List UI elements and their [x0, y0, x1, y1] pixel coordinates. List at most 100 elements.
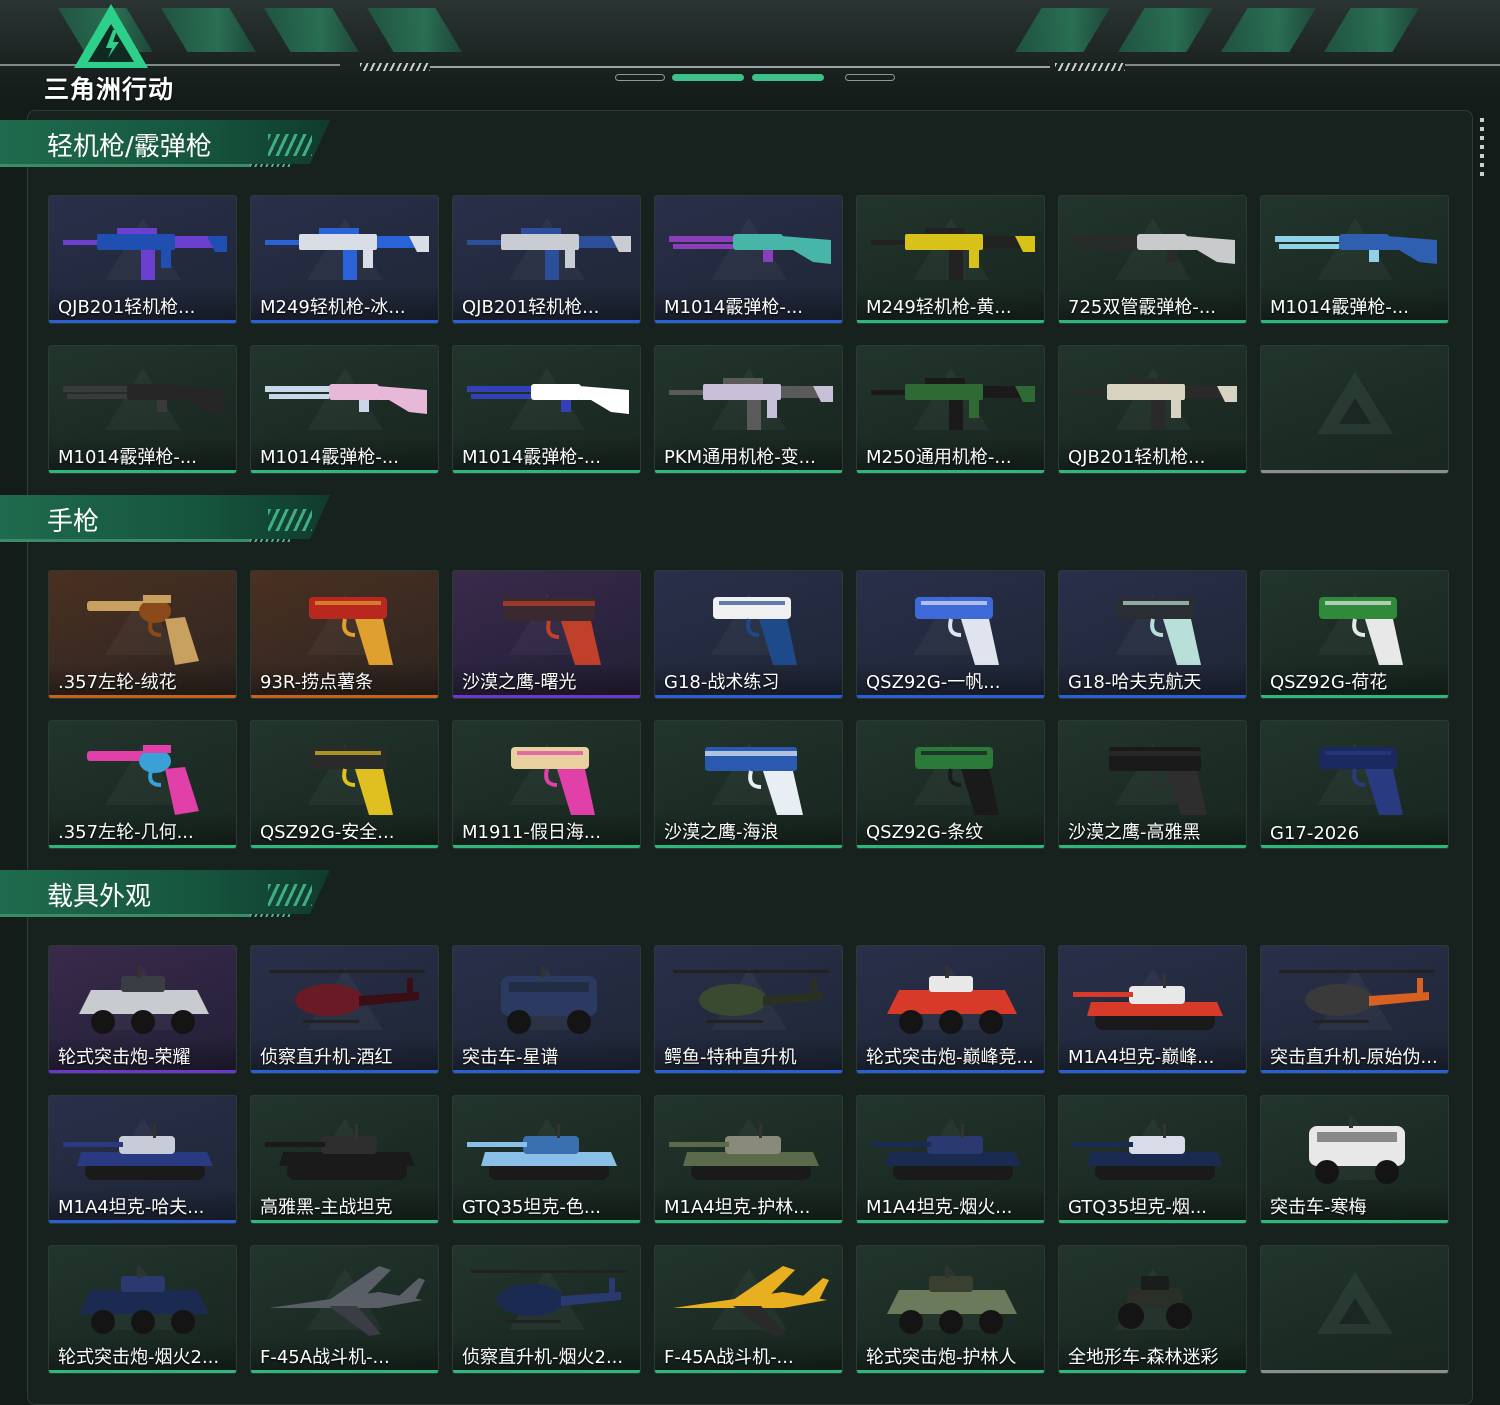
- item-name: 突击车-寒梅: [1270, 1197, 1367, 1218]
- skin-card[interactable]: 轮式突击炮-护林人: [856, 1245, 1045, 1374]
- skin-card[interactable]: .357左轮-绒花: [48, 570, 237, 699]
- rarity-bar: [655, 1370, 842, 1373]
- rarity-bar: [453, 845, 640, 848]
- rarity-bar: [251, 1070, 438, 1073]
- header-line: [0, 64, 340, 66]
- skin-card[interactable]: 沙漠之鹰-海浪: [654, 720, 843, 849]
- item-name: 轮式突击炮-荣耀: [58, 1047, 191, 1068]
- skin-card[interactable]: M250通用机枪-...: [856, 345, 1045, 474]
- header-line: [1125, 64, 1500, 66]
- skin-card[interactable]: 突击车-寒梅: [1260, 1095, 1449, 1224]
- skin-card[interactable]: 侦察直升机-烟火2...: [452, 1245, 641, 1374]
- header-pill: [845, 74, 895, 81]
- item-name: 沙漠之鹰-高雅黑: [1068, 822, 1201, 843]
- scrollbar-indicator[interactable]: [1480, 118, 1484, 180]
- skin-card[interactable]: M1014霰弹枪-...: [654, 195, 843, 324]
- rarity-bar: [1261, 320, 1448, 323]
- skin-card[interactable]: 轮式突击炮-巅峰竞...: [856, 945, 1045, 1074]
- section-header: 轻机枪/霰弹枪: [0, 120, 330, 170]
- delta-logo-icon: [74, 4, 148, 68]
- rarity-bar: [655, 1070, 842, 1073]
- skin-card[interactable]: G17-2026: [1260, 720, 1449, 849]
- item-name: 沙漠之鹰-海浪: [664, 822, 779, 843]
- skin-card[interactable]: M249轻机枪-冰...: [250, 195, 439, 324]
- item-name: QSZ92G-安全...: [260, 822, 395, 843]
- skin-card[interactable]: M249轻机枪-黄...: [856, 195, 1045, 324]
- skin-card[interactable]: 侦察直升机-酒红: [250, 945, 439, 1074]
- item-name: QJB201轻机枪...: [1068, 447, 1206, 468]
- item-name: G18-哈夫克航天: [1068, 672, 1202, 693]
- skin-card[interactable]: M1014霰弹枪-...: [452, 345, 641, 474]
- rarity-bar: [655, 695, 842, 698]
- empty-slot: [1260, 345, 1449, 474]
- skin-card[interactable]: 725双管霰弹枪-...: [1058, 195, 1247, 324]
- skin-card[interactable]: F-45A战斗机-...: [250, 1245, 439, 1374]
- item-name: M1A4坦克-巅峰...: [1068, 1047, 1215, 1068]
- skin-card[interactable]: M1911-假日海...: [452, 720, 641, 849]
- skin-card[interactable]: QSZ92G-条纹: [856, 720, 1045, 849]
- header-hatch: [360, 63, 430, 71]
- logo-text: 三角洲行动: [44, 75, 175, 104]
- item-name: M1014霰弹枪-...: [462, 447, 601, 468]
- item-name: F-45A战斗机-...: [260, 1347, 390, 1368]
- skin-card[interactable]: 鳄鱼-特种直升机: [654, 945, 843, 1074]
- skin-card[interactable]: QJB201轻机枪...: [452, 195, 641, 324]
- item-name: F-45A战斗机-...: [664, 1347, 794, 1368]
- skin-card[interactable]: M1014霰弹枪-...: [1260, 195, 1449, 324]
- rarity-bar: [1059, 1370, 1246, 1373]
- item-name: PKM通用机枪-变...: [664, 447, 816, 468]
- section-title: 轻机枪/霰弹枪: [47, 132, 212, 162]
- item-name: QSZ92G-一帆...: [866, 672, 1001, 693]
- skin-card[interactable]: GTQ35坦克-色...: [452, 1095, 641, 1224]
- skin-card[interactable]: 突击直升机-原始伪...: [1260, 945, 1449, 1074]
- skin-card[interactable]: 沙漠之鹰-曙光: [452, 570, 641, 699]
- skin-card[interactable]: .357左轮-几何...: [48, 720, 237, 849]
- rarity-bar: [251, 320, 438, 323]
- skin-card[interactable]: 突击车-星谱: [452, 945, 641, 1074]
- item-name: M249轻机枪-冰...: [260, 297, 406, 318]
- skin-card[interactable]: QSZ92G-荷花: [1260, 570, 1449, 699]
- skin-card[interactable]: 93R-捞点薯条: [250, 570, 439, 699]
- skin-card[interactable]: F-45A战斗机-...: [654, 1245, 843, 1374]
- item-name: M1014霰弹枪-...: [664, 297, 803, 318]
- skin-card[interactable]: G18-战术练习: [654, 570, 843, 699]
- rarity-bar: [1261, 1220, 1448, 1223]
- header-hatch: [1055, 63, 1125, 71]
- rarity-bar: [1261, 845, 1448, 848]
- skin-card[interactable]: M1014霰弹枪-...: [250, 345, 439, 474]
- skin-card[interactable]: QSZ92G-安全...: [250, 720, 439, 849]
- rarity-bar: [1059, 320, 1246, 323]
- header-pill: [615, 74, 665, 81]
- item-name: 轮式突击炮-巅峰竞...: [866, 1047, 1034, 1068]
- skin-card[interactable]: PKM通用机枪-变...: [654, 345, 843, 474]
- skin-card[interactable]: M1A4坦克-巅峰...: [1058, 945, 1247, 1074]
- rarity-bar: [251, 845, 438, 848]
- skin-card[interactable]: QSZ92G-一帆...: [856, 570, 1045, 699]
- header-pill-active: [752, 74, 824, 81]
- rarity-bar: [453, 320, 640, 323]
- skin-card[interactable]: M1A4坦克-烟火...: [856, 1095, 1045, 1224]
- skin-card[interactable]: 沙漠之鹰-高雅黑: [1058, 720, 1247, 849]
- item-name: M1A4坦克-哈夫...: [58, 1197, 205, 1218]
- item-name: QSZ92G-荷花: [1270, 672, 1388, 693]
- item-name: G18-战术练习: [664, 672, 780, 693]
- skin-card[interactable]: 高雅黑-主战坦克: [250, 1095, 439, 1224]
- item-name: QSZ92G-条纹: [866, 822, 984, 843]
- item-name: 725双管霰弹枪-...: [1068, 297, 1217, 318]
- item-name: 侦察直升机-酒红: [260, 1047, 393, 1068]
- skin-card[interactable]: M1A4坦克-护林...: [654, 1095, 843, 1224]
- skin-card[interactable]: 轮式突击炮-荣耀: [48, 945, 237, 1074]
- rarity-bar: [453, 1370, 640, 1373]
- skin-card[interactable]: QJB201轻机枪...: [1058, 345, 1247, 474]
- skin-card[interactable]: GTQ35坦克-烟...: [1058, 1095, 1247, 1224]
- item-name: QJB201轻机枪...: [462, 297, 600, 318]
- skin-card[interactable]: QJB201轻机枪...: [48, 195, 237, 324]
- skin-card[interactable]: 轮式突击炮-烟火2...: [48, 1245, 237, 1374]
- skin-card[interactable]: M1A4坦克-哈夫...: [48, 1095, 237, 1224]
- skin-card[interactable]: M1014霰弹枪-...: [48, 345, 237, 474]
- item-name: 沙漠之鹰-曙光: [462, 672, 577, 693]
- rarity-bar: [1261, 1370, 1448, 1373]
- skin-card[interactable]: 全地形车-森林迷彩: [1058, 1245, 1247, 1374]
- skin-card[interactable]: G18-哈夫克航天: [1058, 570, 1247, 699]
- rarity-bar: [857, 1070, 1044, 1073]
